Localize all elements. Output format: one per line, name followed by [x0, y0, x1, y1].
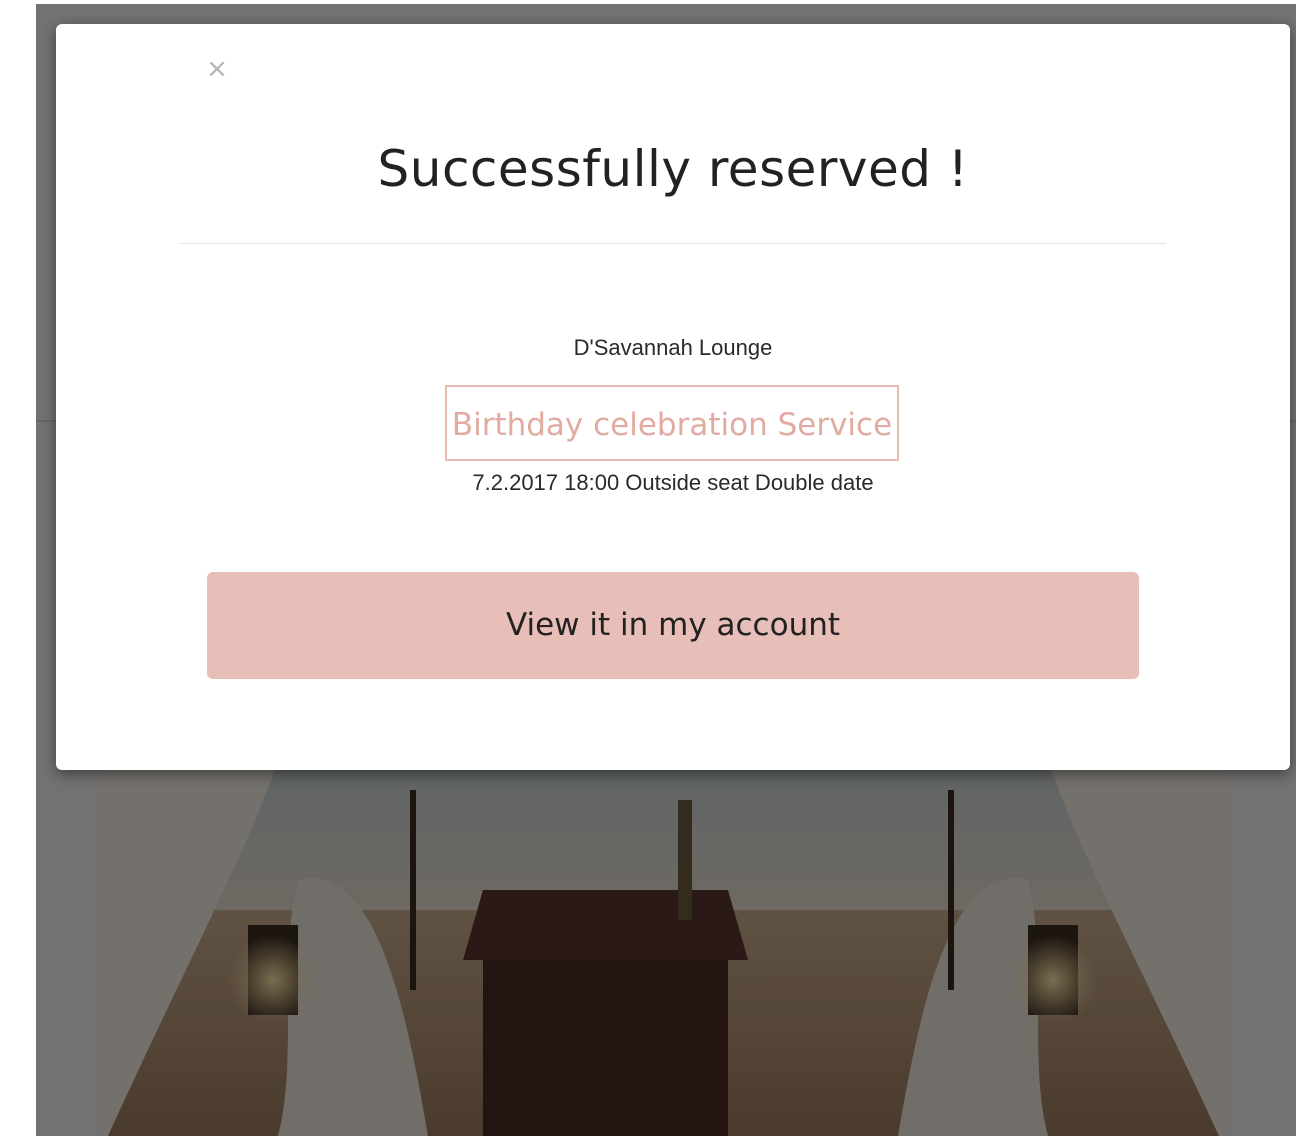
screen: × Successfully reserved ! D'Savannah Lou…: [0, 0, 1296, 1136]
title-divider: [180, 243, 1166, 244]
view-account-button[interactable]: View it in my account: [207, 572, 1139, 679]
service-badge: Birthday celebration Service: [445, 385, 899, 461]
venue-name: D'Savannah Lounge: [573, 335, 773, 360]
close-icon: ×: [206, 54, 228, 84]
modal-title: Successfully reserved !: [377, 140, 969, 198]
close-button[interactable]: ×: [202, 54, 232, 84]
reservation-success-modal: × Successfully reserved ! D'Savannah Lou…: [56, 24, 1290, 770]
reservation-details: 7.2.2017 18:00 Outside seat Double date: [472, 470, 874, 495]
